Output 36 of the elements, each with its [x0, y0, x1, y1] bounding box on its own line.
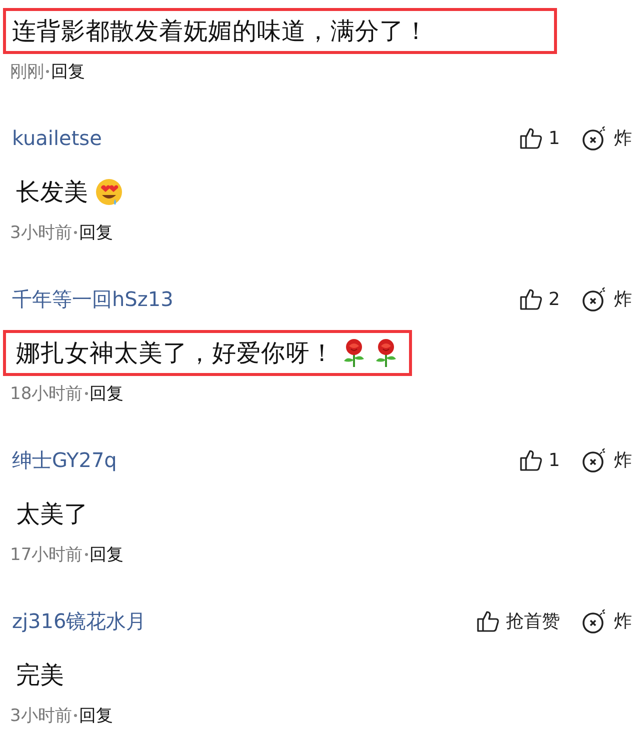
reply-link[interactable]: 回复: [51, 60, 85, 83]
user-name[interactable]: 绅士GY27q: [12, 446, 117, 474]
reply-link[interactable]: 回复: [78, 221, 113, 244]
comment-time: 18小时前: [10, 383, 83, 405]
bomb-button[interactable]: 炸: [582, 286, 632, 312]
bomb-icon: [582, 447, 608, 473]
heart-eyes-emoji-icon: [94, 177, 124, 207]
comment-time: 3小时前: [10, 705, 72, 727]
user-name[interactable]: 千年等一回hSz13: [12, 286, 174, 312]
user-name[interactable]: kuailetse: [12, 126, 102, 150]
reply-link[interactable]: 回复: [78, 704, 113, 727]
comment-text: 太美了: [16, 499, 88, 530]
thumbs-up-icon: [518, 448, 543, 472]
bomb-button[interactable]: 炸: [582, 608, 632, 634]
reply-link[interactable]: 回复: [90, 543, 124, 566]
thumbs-up-icon: [518, 126, 543, 150]
like-button[interactable]: 1: [518, 126, 560, 150]
bomb-icon: [582, 286, 608, 312]
like-button[interactable]: 抢首赞: [476, 609, 560, 633]
user-name[interactable]: zj316镜花水月: [12, 608, 146, 634]
like-button[interactable]: 2: [518, 287, 560, 311]
comment-text: 长发美: [16, 177, 88, 208]
bomb-icon: [582, 608, 608, 634]
comment-time: 3小时前: [10, 222, 72, 244]
comment-time: 刚刚: [10, 61, 44, 83]
comment-text: 连背影都散发着妩媚的味道，满分了！: [12, 16, 428, 47]
comment-text: 完美: [16, 660, 64, 691]
bomb-button[interactable]: 炸: [582, 125, 632, 151]
like-button[interactable]: 1: [518, 448, 560, 472]
thumbs-up-icon: [518, 287, 543, 311]
bomb-icon: [582, 125, 608, 151]
comment-time: 17小时前: [10, 544, 83, 566]
reply-link[interactable]: 回复: [90, 382, 124, 405]
bomb-button[interactable]: 炸: [582, 447, 632, 473]
thumbs-up-icon: [476, 609, 500, 633]
comment-text: 娜扎女神太美了，好爱你呀！: [16, 338, 334, 369]
